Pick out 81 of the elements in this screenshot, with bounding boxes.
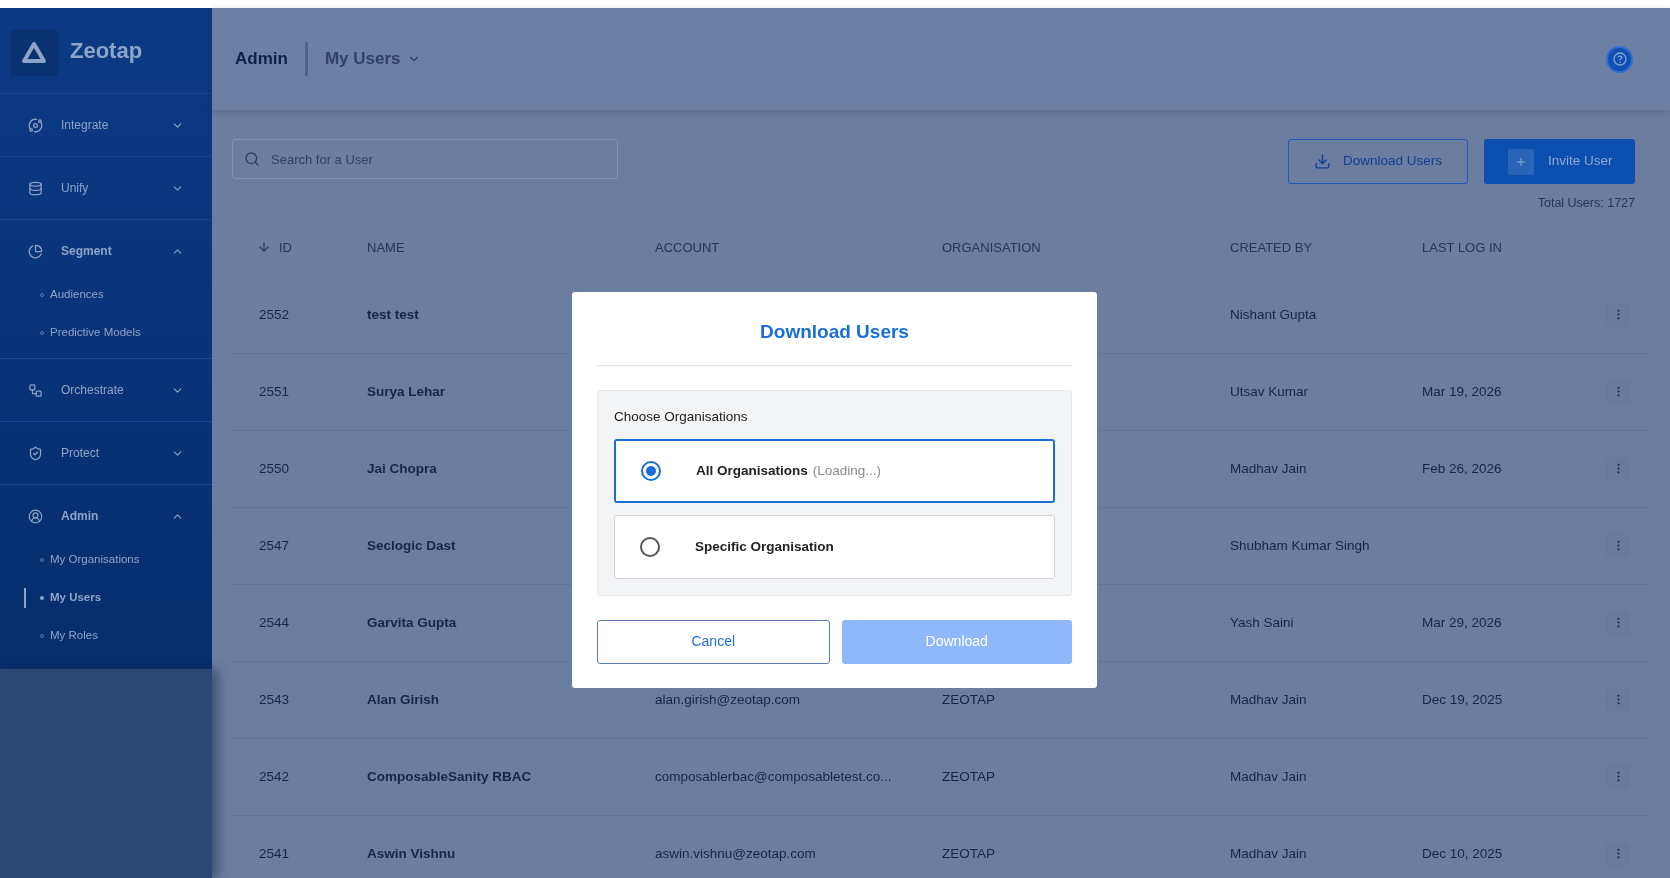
table-cell: 2542 <box>259 768 290 784</box>
nav-subitem[interactable]: My Users <box>40 589 102 607</box>
nav-item[interactable]: Integrate <box>0 94 212 156</box>
table-cell: 2552 <box>259 306 290 322</box>
table-cell: Mar 29, 2026 <box>1422 614 1502 630</box>
nav-subitem[interactable]: Predictive Models <box>40 324 141 342</box>
table-cell: 2550 <box>259 460 290 476</box>
table-cell: 2543 <box>259 691 290 707</box>
table-cell: aswin.vishnu@zeotap.com <box>655 845 816 861</box>
nav-item[interactable]: Protect <box>0 422 212 484</box>
radio-button[interactable] <box>641 460 661 481</box>
table-cell: Surya Lehar <box>367 383 446 399</box>
table-cell: Mar 19, 2026 <box>1422 383 1502 399</box>
column-header[interactable]: LAST LOG IN <box>1422 237 1588 257</box>
flow-icon <box>28 382 43 398</box>
plus-icon <box>1508 148 1534 175</box>
table-cell: ZEOTAP <box>942 845 995 861</box>
download-users-button[interactable]: Download Users <box>1288 139 1468 184</box>
help-icon[interactable] <box>1606 45 1633 73</box>
column-header[interactable]: CREATED BY <box>1230 237 1422 257</box>
nodes-icon <box>28 117 43 133</box>
table-cell: Madhav Jain <box>1230 460 1307 476</box>
download-icon <box>1313 153 1331 170</box>
logo-icon <box>10 30 58 76</box>
table-cell: ComposableSanity RBAC <box>367 768 532 784</box>
database-icon <box>28 180 43 196</box>
dialog-title: Download Users <box>597 318 1072 366</box>
table-cell: Feb 26, 2026 <box>1422 460 1502 476</box>
table-cell: Aswin Vishnu <box>367 845 456 861</box>
table-cell: Nishant Gupta <box>1230 306 1317 322</box>
column-header[interactable]: ORGANISATION <box>942 237 1230 257</box>
shield-icon <box>28 445 43 461</box>
option-label: Specific Organisation <box>695 537 834 556</box>
table-cell: 2541 <box>259 845 290 861</box>
column-header[interactable]: NAME <box>367 237 655 257</box>
nav-item[interactable]: Orchestrate <box>0 359 212 421</box>
table-cell: composablerbac@composabletest.co... <box>655 768 892 784</box>
radio-button[interactable] <box>640 536 660 557</box>
radio-option[interactable]: All Organisations (Loading...) <box>614 438 1055 503</box>
table-cell: alan.girish@zeotap.com <box>655 691 801 707</box>
total-users: Total Users: 1727 <box>1537 195 1635 212</box>
search-field[interactable]: Search for a User <box>232 139 618 179</box>
table-cell: Dec 19, 2025 <box>1422 691 1503 707</box>
nav-subitem[interactable]: My Organisations <box>40 551 140 569</box>
nav-item[interactable]: Unify <box>0 157 212 219</box>
nav-subitem[interactable]: My Roles <box>40 627 98 645</box>
column-header[interactable]: ID <box>232 237 367 257</box>
breadcrumb-section: Admin <box>235 46 288 72</box>
cancel-button[interactable]: Cancel <box>597 619 830 664</box>
table-cell: ZEOTAP <box>942 768 995 784</box>
search-icon <box>244 151 260 167</box>
radio-option[interactable]: Specific Organisation <box>614 514 1055 579</box>
table-cell: Madhav Jain <box>1230 768 1307 784</box>
options-label: Choose Organisations <box>614 407 749 426</box>
table-cell: Alan Girish <box>367 691 439 707</box>
table-cell: 2547 <box>259 537 290 553</box>
user-icon <box>28 508 43 524</box>
brand-name: Zeotap <box>70 37 143 65</box>
sort-arrow-icon <box>257 240 271 255</box>
table-cell: Madhav Jain <box>1230 691 1307 707</box>
pie-chart-icon <box>28 243 43 259</box>
table-cell: Madhav Jain <box>1230 845 1307 861</box>
table-cell: 2551 <box>259 383 290 399</box>
table-cell: Garvita Gupta <box>367 614 457 630</box>
nav-item[interactable]: Segment <box>0 220 212 282</box>
page-dropdown[interactable]: My Users <box>324 46 421 72</box>
nav-subitem[interactable]: Audiences <box>40 286 104 304</box>
table-cell: Dec 10, 2025 <box>1422 845 1503 861</box>
invite-user-button[interactable]: Invite User <box>1484 139 1635 184</box>
table-cell: test test <box>367 306 419 322</box>
table-cell: Seclogic Dast <box>367 537 456 553</box>
table-cell: ZEOTAP <box>942 691 995 707</box>
table-cell: Shubham Kumar Singh <box>1230 537 1370 553</box>
option-label: All Organisations <box>696 461 808 480</box>
option-note: (Loading...) <box>812 461 882 480</box>
table-cell: Utsav Kumar <box>1230 383 1309 399</box>
table-cell: Jai Chopra <box>367 460 437 476</box>
table-cell: Yash Saini <box>1230 614 1294 630</box>
nav-item[interactable]: Admin <box>0 485 212 547</box>
column-header[interactable]: ACCOUNT <box>655 237 942 257</box>
table-cell: 2544 <box>259 614 290 630</box>
